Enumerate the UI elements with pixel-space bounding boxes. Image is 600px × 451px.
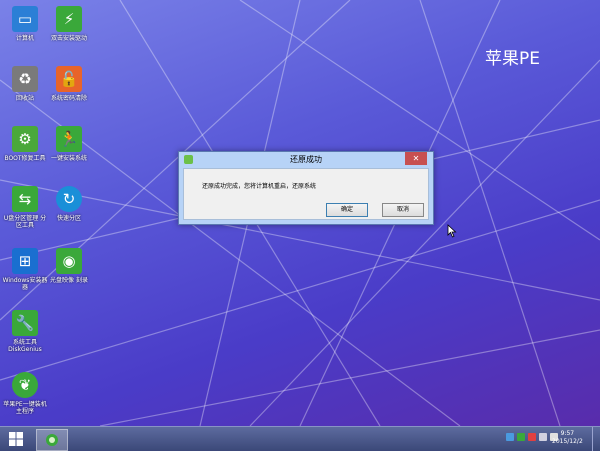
icon-label: 计算机 xyxy=(15,35,34,42)
partition-icon: ⇆ xyxy=(12,186,38,212)
apple-pe-icon: ❦ xyxy=(12,372,38,398)
clock-date: 2015/12/2 xyxy=(552,438,583,445)
show-desktop-button[interactable] xyxy=(592,427,600,451)
icon-label: 回收站 xyxy=(15,95,34,102)
desktop-icon-quick-partition[interactable]: ↻ 快速分区 xyxy=(47,186,91,222)
windows-icon: ⊞ xyxy=(12,248,38,274)
icon-label: 系统密码清除 xyxy=(50,95,87,102)
desktop-icon-system-tools[interactable]: 🔧 系统工具 DiskGenius xyxy=(3,310,47,353)
icon-label: 快速分区 xyxy=(56,215,81,222)
desktop-icon-recycle-bin[interactable]: ♻ 回收站 xyxy=(3,66,47,102)
taskbar-item-apple-pe[interactable] xyxy=(36,429,68,451)
taskbar-clock[interactable]: 9:57 2015/12/2 xyxy=(552,430,583,446)
system-tray xyxy=(506,433,558,441)
alert-icon[interactable] xyxy=(528,433,536,441)
taskbar: 9:57 2015/12/2 xyxy=(0,426,600,451)
icon-label: 苹果PE一键装机 主程序 xyxy=(3,401,47,415)
recycle-bin-icon: ♻ xyxy=(12,66,38,92)
app-tray-icon[interactable] xyxy=(517,433,525,441)
desktop-icon-install-driver[interactable]: ⚡ 双击安装驱动 xyxy=(47,6,91,42)
running-man-icon: 🏃 xyxy=(56,126,82,152)
unlock-icon: 🔓 xyxy=(56,66,82,92)
dialog-body: 还原成功完成，您将计算机重启，还原系统 确定 取消 xyxy=(183,168,429,220)
icon-label: 光盘映像 刻录 xyxy=(50,277,88,284)
refresh-icon: ↻ xyxy=(56,186,82,212)
mouse-cursor-icon xyxy=(447,224,457,238)
icon-label: 双击安装驱动 xyxy=(50,35,87,42)
lightning-icon: ⚡ xyxy=(56,6,82,32)
network-icon[interactable] xyxy=(506,433,514,441)
desktop: 苹果PE ▭ 计算机 ⚡ 双击安装驱动 ♻ 回收站 🔓 系统密码清除 ⚙ BOO… xyxy=(0,0,600,426)
apple-pe-icon xyxy=(46,434,58,446)
icon-label: 系统工具 DiskGenius xyxy=(8,339,42,353)
icon-label: Windows安装器 器 xyxy=(2,277,48,291)
volume-icon[interactable] xyxy=(539,433,547,441)
desktop-icon-apple-pe-main[interactable]: ❦ 苹果PE一键装机 主程序 xyxy=(3,372,47,415)
clock-time: 9:57 xyxy=(560,430,575,437)
disc-icon: ◉ xyxy=(56,248,82,274)
restore-success-dialog: 还原成功 ✕ 还原成功完成，您将计算机重启，还原系统 确定 取消 xyxy=(178,151,434,225)
wrench-icon: 🔧 xyxy=(12,310,38,336)
ok-button[interactable]: 确定 xyxy=(326,203,368,217)
desktop-icon-one-key-install[interactable]: 🏃 一键安装系统 xyxy=(47,126,91,162)
brand-watermark: 苹果PE xyxy=(485,49,540,69)
start-button[interactable] xyxy=(3,429,29,449)
gear-icon: ⚙ xyxy=(12,126,38,152)
icon-label: 一键安装系统 xyxy=(50,155,87,162)
computer-icon: ▭ xyxy=(12,6,38,32)
windows-logo-icon xyxy=(9,432,23,446)
desktop-icon-partition-manager[interactable]: ⇆ U盘分区管理 分区工具 xyxy=(3,186,47,229)
desktop-icon-boot-repair[interactable]: ⚙ BOOT修复工具 xyxy=(3,126,47,162)
desktop-icon-windows-installer[interactable]: ⊞ Windows安装器 器 xyxy=(3,248,47,291)
icon-label: U盘分区管理 分区工具 xyxy=(3,215,47,229)
dialog-title: 还原成功 xyxy=(290,155,322,164)
dialog-titlebar[interactable]: 还原成功 ✕ xyxy=(179,152,433,167)
desktop-icon-disc-image[interactable]: ◉ 光盘映像 刻录 xyxy=(47,248,91,284)
dialog-message: 还原成功完成，您将计算机重启，还原系统 xyxy=(202,183,317,190)
desktop-icon-computer[interactable]: ▭ 计算机 xyxy=(3,6,47,42)
desktop-icon-password-clear[interactable]: 🔓 系统密码清除 xyxy=(47,66,91,102)
close-button[interactable]: ✕ xyxy=(405,152,427,165)
icon-label: BOOT修复工具 xyxy=(4,155,46,162)
cancel-button[interactable]: 取消 xyxy=(382,203,424,217)
